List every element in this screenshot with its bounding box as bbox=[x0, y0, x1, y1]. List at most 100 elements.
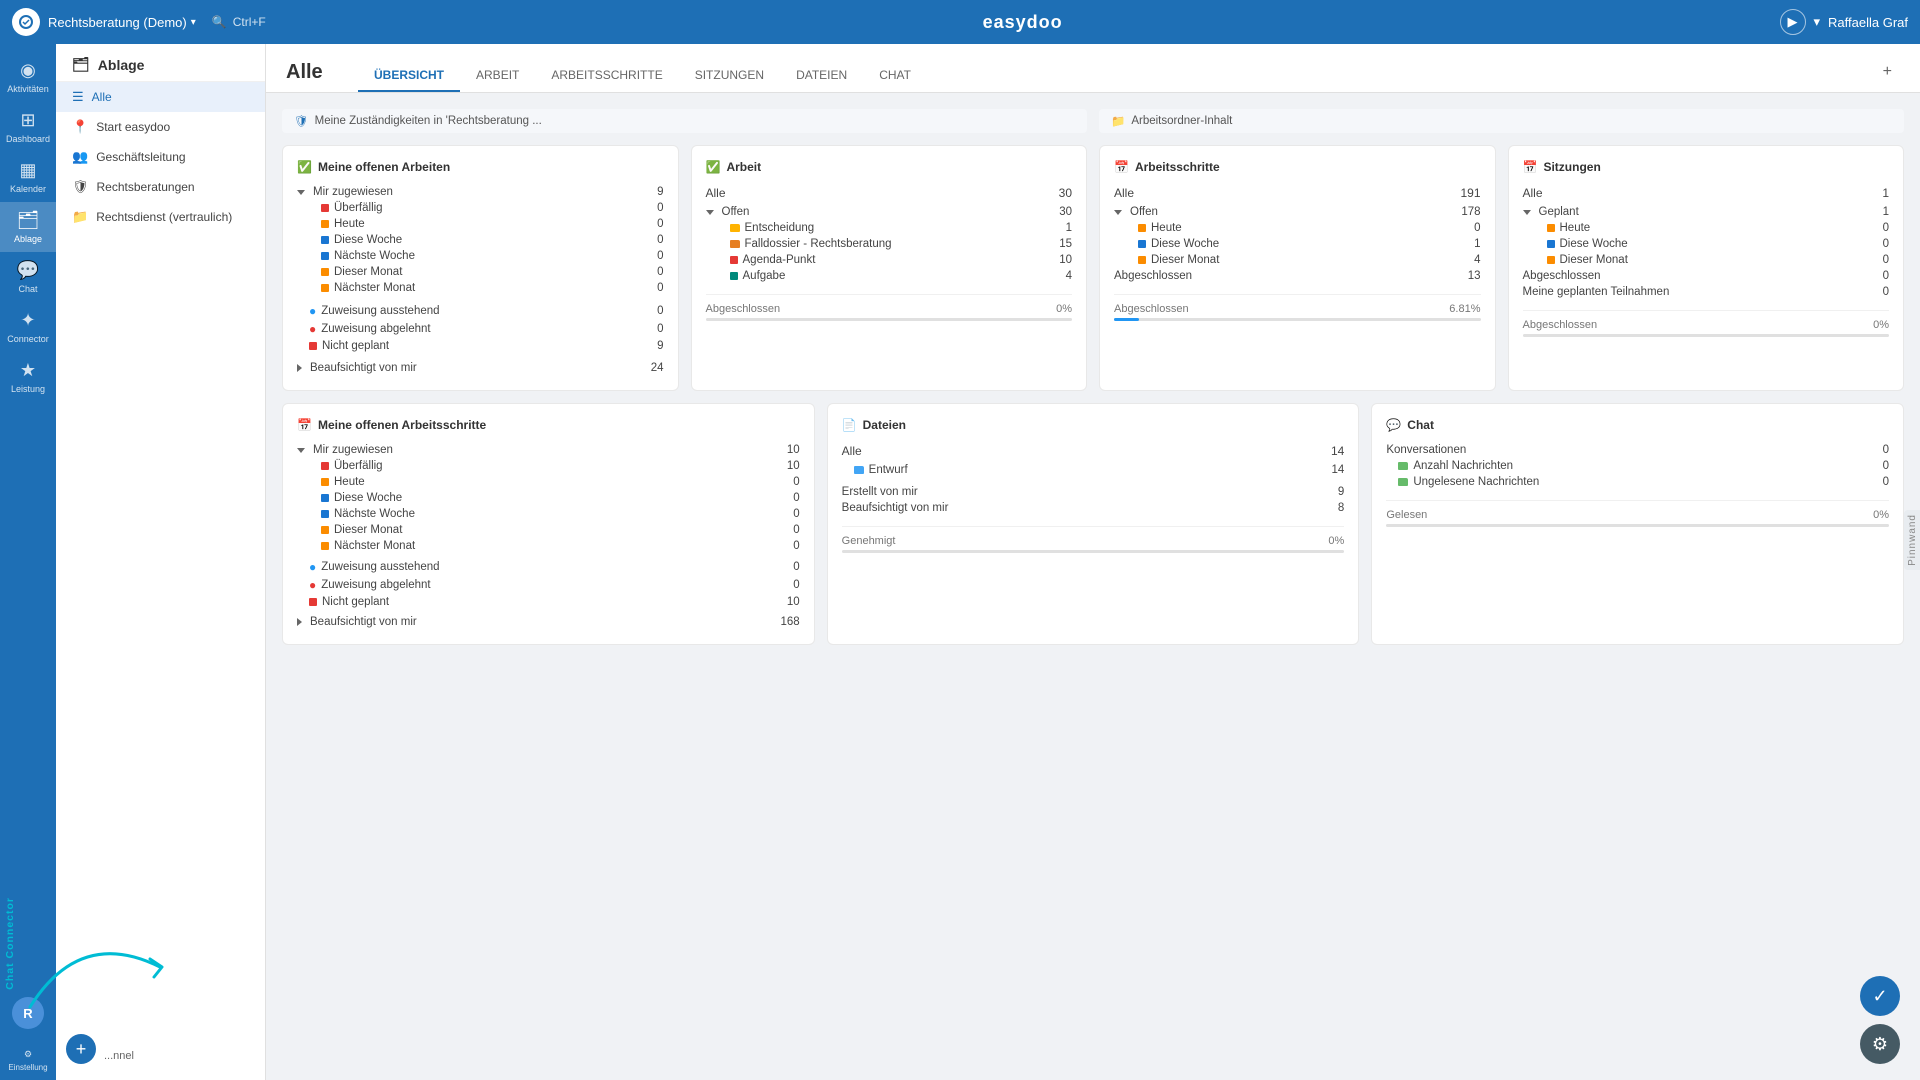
as-progress: Abgeschlossen 6.81% bbox=[1114, 294, 1481, 321]
tab-chat[interactable]: CHAT bbox=[863, 60, 927, 92]
moa-naechster-monat[interactable]: Nächster Monat 0 bbox=[297, 280, 664, 296]
dateien-title-text: Dateien bbox=[863, 418, 906, 432]
moas-zuweisung-ausstehend[interactable]: ●Zuweisung ausstehend 0 bbox=[297, 558, 800, 576]
sz-alle[interactable]: Alle 1 bbox=[1523, 184, 1890, 204]
dt-genehmigt-label: Genehmigt bbox=[842, 535, 896, 547]
tab-arbeitsschritte[interactable]: ARBEITSSCHRITTE bbox=[535, 60, 678, 92]
sitzungen-icon: 📅 bbox=[1523, 160, 1538, 174]
app-name: Rechtsberatung (Demo) bbox=[48, 15, 187, 30]
dt-entwurf[interactable]: Entwurf 14 bbox=[842, 462, 1345, 478]
sidebar-label-chat: Chat bbox=[18, 284, 37, 294]
sz-dieser-monat[interactable]: Dieser Monat 0 bbox=[1523, 252, 1890, 268]
search-bar[interactable]: 🔍 Ctrl+F bbox=[212, 15, 266, 29]
sidebar-item-ablage[interactable]: 🗂 Ablage bbox=[0, 202, 56, 252]
pinnwand-toggle[interactable]: Pinnwand bbox=[1904, 510, 1920, 570]
nav-item-geschaeft[interactable]: 👥 Geschäftsleitung bbox=[56, 142, 265, 172]
sz-diese-woche[interactable]: Diese Woche 0 bbox=[1523, 236, 1890, 252]
moas-expand-icon bbox=[297, 448, 305, 453]
chat-ungelesene[interactable]: Ungelesene Nachrichten 0 bbox=[1386, 474, 1889, 490]
dt-alle[interactable]: Alle 14 bbox=[842, 442, 1345, 462]
sz-heute-icon bbox=[1547, 224, 1555, 232]
dt-progress: Genehmigt 0% bbox=[842, 526, 1345, 553]
add-tab-button[interactable]: + bbox=[1875, 55, 1900, 89]
dt-erstellt[interactable]: Erstellt von mir 9 bbox=[842, 484, 1345, 500]
fab-gear-button[interactable]: ⚙ bbox=[1860, 1024, 1900, 1064]
moa-naechste-woche[interactable]: Nächste Woche 0 bbox=[297, 248, 664, 264]
tab-arbeit[interactable]: ARBEIT bbox=[460, 60, 535, 92]
sidebar-item-chat[interactable]: 💬 Chat bbox=[0, 252, 56, 302]
tab-sitzungen[interactable]: SITZUNGEN bbox=[679, 60, 780, 92]
moas-naechster-monat[interactable]: Nächster Monat 0 bbox=[297, 538, 800, 554]
sz-abgeschlossen-count[interactable]: Abgeschlossen 0 bbox=[1523, 268, 1890, 284]
nav-item-rechtsdienst[interactable]: 📁 Rechtsdienst (vertraulich) bbox=[56, 202, 265, 232]
settings-button[interactable]: ⚙ Einstellung bbox=[0, 1041, 56, 1080]
logo[interactable] bbox=[12, 8, 40, 36]
moa-diese-woche[interactable]: Diese Woche 0 bbox=[297, 232, 664, 248]
as-offen-row[interactable]: Offen 178 bbox=[1114, 204, 1481, 220]
moas-zuweisung-abgelehnt[interactable]: ●Zuweisung abgelehnt 0 bbox=[297, 576, 800, 594]
tab-dateien[interactable]: DATEIEN bbox=[780, 60, 863, 92]
dt-beaufsichtigt[interactable]: Beaufsichtigt von mir 8 bbox=[842, 500, 1345, 516]
moa-dieser-monat[interactable]: Dieser Monat 0 bbox=[297, 264, 664, 280]
arbeit-entscheidung[interactable]: Entscheidung 1 bbox=[706, 220, 1073, 236]
sidebar-item-leistung[interactable]: ★ Leistung bbox=[0, 352, 56, 402]
sz-meine-geplanten[interactable]: Meine geplanten Teilnahmen 0 bbox=[1523, 284, 1890, 300]
moa-title-icon: ✅ bbox=[297, 160, 312, 174]
as-alle[interactable]: Alle 191 bbox=[1114, 184, 1481, 204]
moa-beaufsichtigt-label: Beaufsichtigt von mir bbox=[310, 362, 417, 374]
moa-mir-zugewiesen-row[interactable]: Mir zugewiesen 9 bbox=[297, 184, 664, 200]
moas-diese-woche[interactable]: Diese Woche 0 bbox=[297, 490, 800, 506]
arbeit-offen-expand bbox=[706, 210, 714, 215]
as-abgeschlossen-count[interactable]: Abgeschlossen 13 bbox=[1114, 268, 1481, 284]
rechtsberatungen-icon: 🛡 bbox=[72, 179, 89, 195]
sidebar-item-kalender[interactable]: ▦ Kalender bbox=[0, 152, 56, 202]
add-button[interactable]: + bbox=[66, 1034, 96, 1064]
moa-heute[interactable]: Heute 0 bbox=[297, 216, 664, 232]
chat-icon: 💬 bbox=[17, 260, 39, 281]
avatar[interactable]: R bbox=[12, 997, 44, 1029]
moas-mir-zugewiesen[interactable]: Mir zugewiesen 10 bbox=[297, 442, 800, 458]
fab-container: ✓ ⚙ bbox=[1860, 976, 1900, 1064]
as-heute[interactable]: Heute 0 bbox=[1114, 220, 1481, 236]
app-selector[interactable]: Rechtsberatung (Demo) ▾ bbox=[48, 15, 196, 30]
nav-item-rechtsberatungen[interactable]: 🛡 Rechtsberatungen bbox=[56, 172, 265, 202]
arbeit-falldossier[interactable]: Falldossier - Rechtsberatung 15 bbox=[706, 236, 1073, 252]
as-dieser-monat[interactable]: Dieser Monat 4 bbox=[1114, 252, 1481, 268]
ablage-icon: 🗂 bbox=[17, 210, 40, 231]
moa-ueberfaellig[interactable]: Überfällig 0 bbox=[297, 200, 664, 216]
user-chevron-icon: ▾ bbox=[1814, 14, 1821, 30]
moas-nicht-geplant[interactable]: Nicht geplant 10 bbox=[297, 594, 800, 610]
moas-naechste-woche[interactable]: Nächste Woche 0 bbox=[297, 506, 800, 522]
moa-zuweisung-abgelehnt[interactable]: ●Zuweisung abgelehnt 0 bbox=[297, 320, 664, 338]
sz-geplant-row[interactable]: Geplant 1 bbox=[1523, 204, 1890, 220]
arbeit-alle[interactable]: Alle 30 bbox=[706, 184, 1073, 204]
sidebar-item-aktivitaeten[interactable]: ◉ Aktivitäten bbox=[0, 52, 56, 102]
leistung-icon: ★ bbox=[20, 360, 36, 381]
moas-dieser-monat[interactable]: Dieser Monat 0 bbox=[297, 522, 800, 538]
moas-beaufsichtigt[interactable]: Beaufsichtigt von mir 168 bbox=[297, 614, 800, 630]
moas-heute[interactable]: Heute 0 bbox=[297, 474, 800, 490]
sidebar-label-aktivitaeten: Aktivitäten bbox=[7, 84, 49, 94]
moa-zuweisung-ausstehend[interactable]: ●Zuweisung ausstehend 0 bbox=[297, 302, 664, 320]
nav-item-alle[interactable]: ☰ Alle bbox=[56, 82, 265, 112]
moas-orange-icon bbox=[321, 478, 329, 486]
arbeit-aufgabe[interactable]: Aufgabe 4 bbox=[706, 268, 1073, 284]
fab-check-button[interactable]: ✓ bbox=[1860, 976, 1900, 1016]
tab-uebersicht[interactable]: ÜBERSICHT bbox=[358, 60, 460, 92]
moas-ueberfaellig[interactable]: Überfällig 10 bbox=[297, 458, 800, 474]
alle-icon: ☰ bbox=[72, 89, 84, 105]
moa-nicht-geplant[interactable]: Nicht geplant 9 bbox=[297, 338, 664, 354]
play-button[interactable]: ▶ bbox=[1780, 9, 1806, 35]
sitzungen-title-text: Sitzungen bbox=[1543, 160, 1600, 174]
nav-item-start[interactable]: 📍 Start easydoo bbox=[56, 112, 265, 142]
page-title: Alle bbox=[286, 53, 346, 92]
chat-anzahl[interactable]: Anzahl Nachrichten 0 bbox=[1386, 458, 1889, 474]
sidebar-item-dashboard[interactable]: ⊞ Dashboard bbox=[0, 102, 56, 152]
as-diese-woche[interactable]: Diese Woche 1 bbox=[1114, 236, 1481, 252]
arbeit-agenda-punkt[interactable]: Agenda-Punkt 10 bbox=[706, 252, 1073, 268]
arbeit-offen-row[interactable]: Offen 30 bbox=[706, 204, 1073, 220]
sz-heute[interactable]: Heute 0 bbox=[1523, 220, 1890, 236]
chat-konversationen[interactable]: Konversationen 0 bbox=[1386, 442, 1889, 458]
sidebar-item-connector[interactable]: ✦ Connector bbox=[0, 302, 56, 352]
moa-beaufsichtigt[interactable]: Beaufsichtigt von mir 24 bbox=[297, 360, 664, 376]
